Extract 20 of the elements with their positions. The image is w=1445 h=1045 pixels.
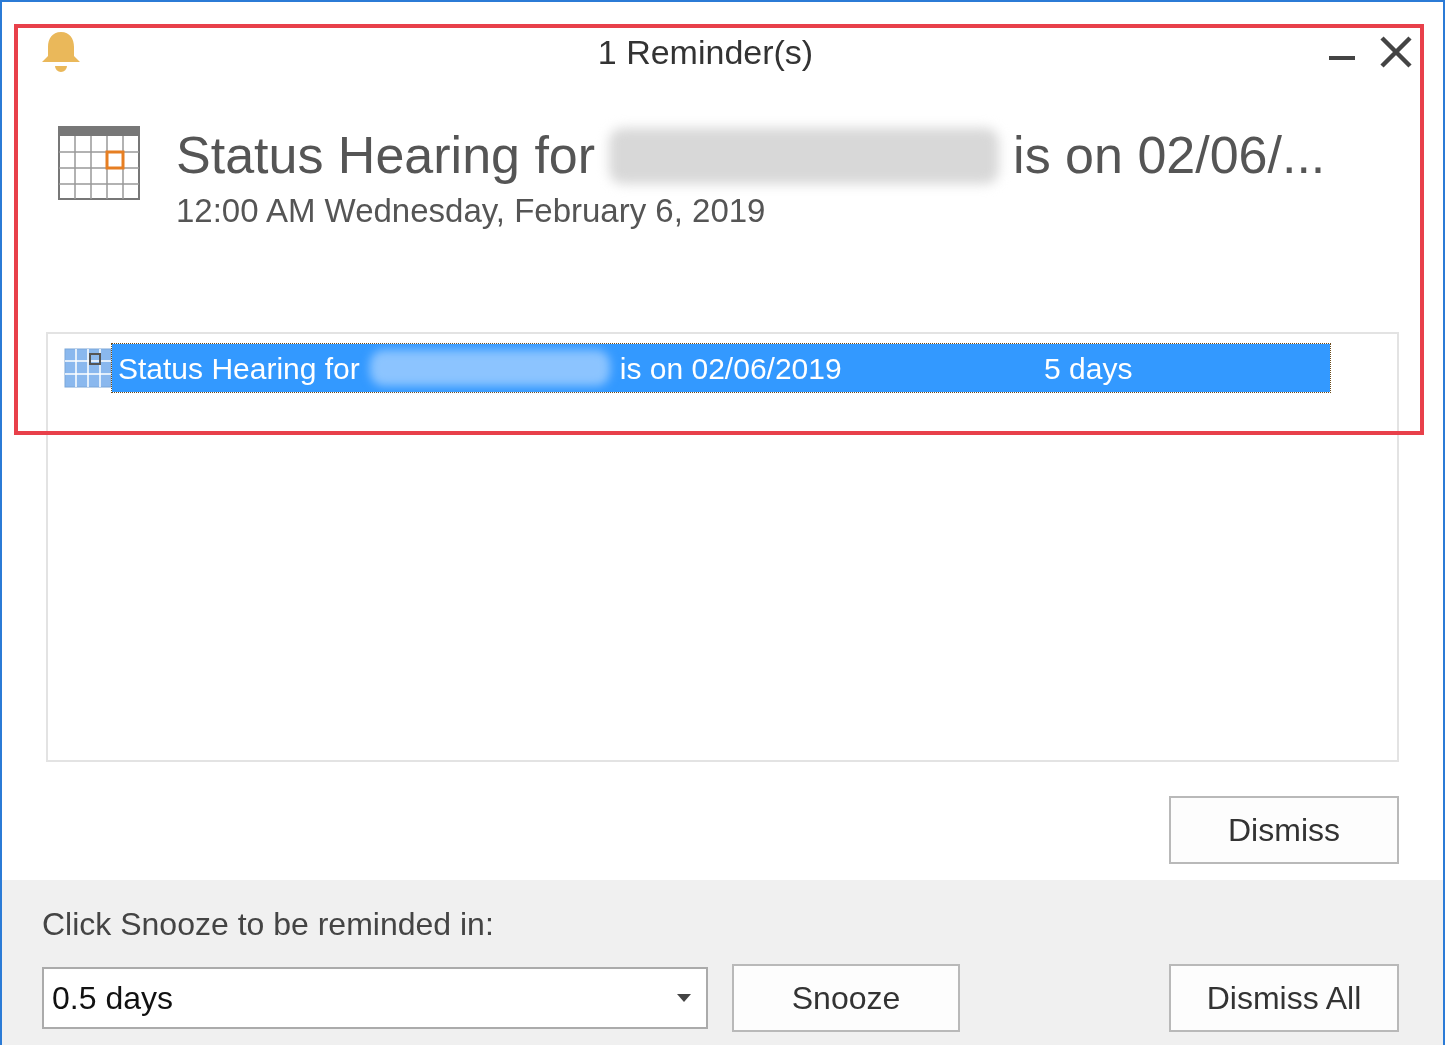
close-icon: [1379, 35, 1413, 69]
reminder-subject: is on 02/06/2019: [619, 350, 842, 387]
snooze-label: Click Snooze to be reminded in:: [42, 905, 495, 944]
snooze-dropdown[interactable]: 0.5 days: [42, 967, 708, 1029]
close-button[interactable]: [1379, 35, 1413, 69]
snooze-button[interactable]: Snooze: [732, 964, 960, 1032]
snooze-value: 0.5 days: [52, 979, 173, 1018]
window-title: 1 Reminder(s): [596, 31, 815, 73]
calendar-icon: [58, 126, 140, 200]
reminder-subject: Status Hearing for: [118, 350, 360, 387]
subject-text: is on 02/06/...: [1013, 126, 1326, 186]
dismiss-all-button[interactable]: Dismiss All: [1169, 964, 1399, 1032]
minimize-icon: [1329, 56, 1355, 61]
dismiss-button[interactable]: Dismiss: [1169, 796, 1399, 864]
reminder-time: 12:00 AM Wednesday, February 6, 2019: [176, 190, 767, 231]
caret-icon: [676, 993, 692, 1003]
calendar-icon: [64, 348, 112, 388]
due-in-text: 5 days: [1044, 350, 1134, 387]
subject-text: Status Hearing for: [176, 126, 596, 186]
bell-icon: [40, 30, 82, 74]
